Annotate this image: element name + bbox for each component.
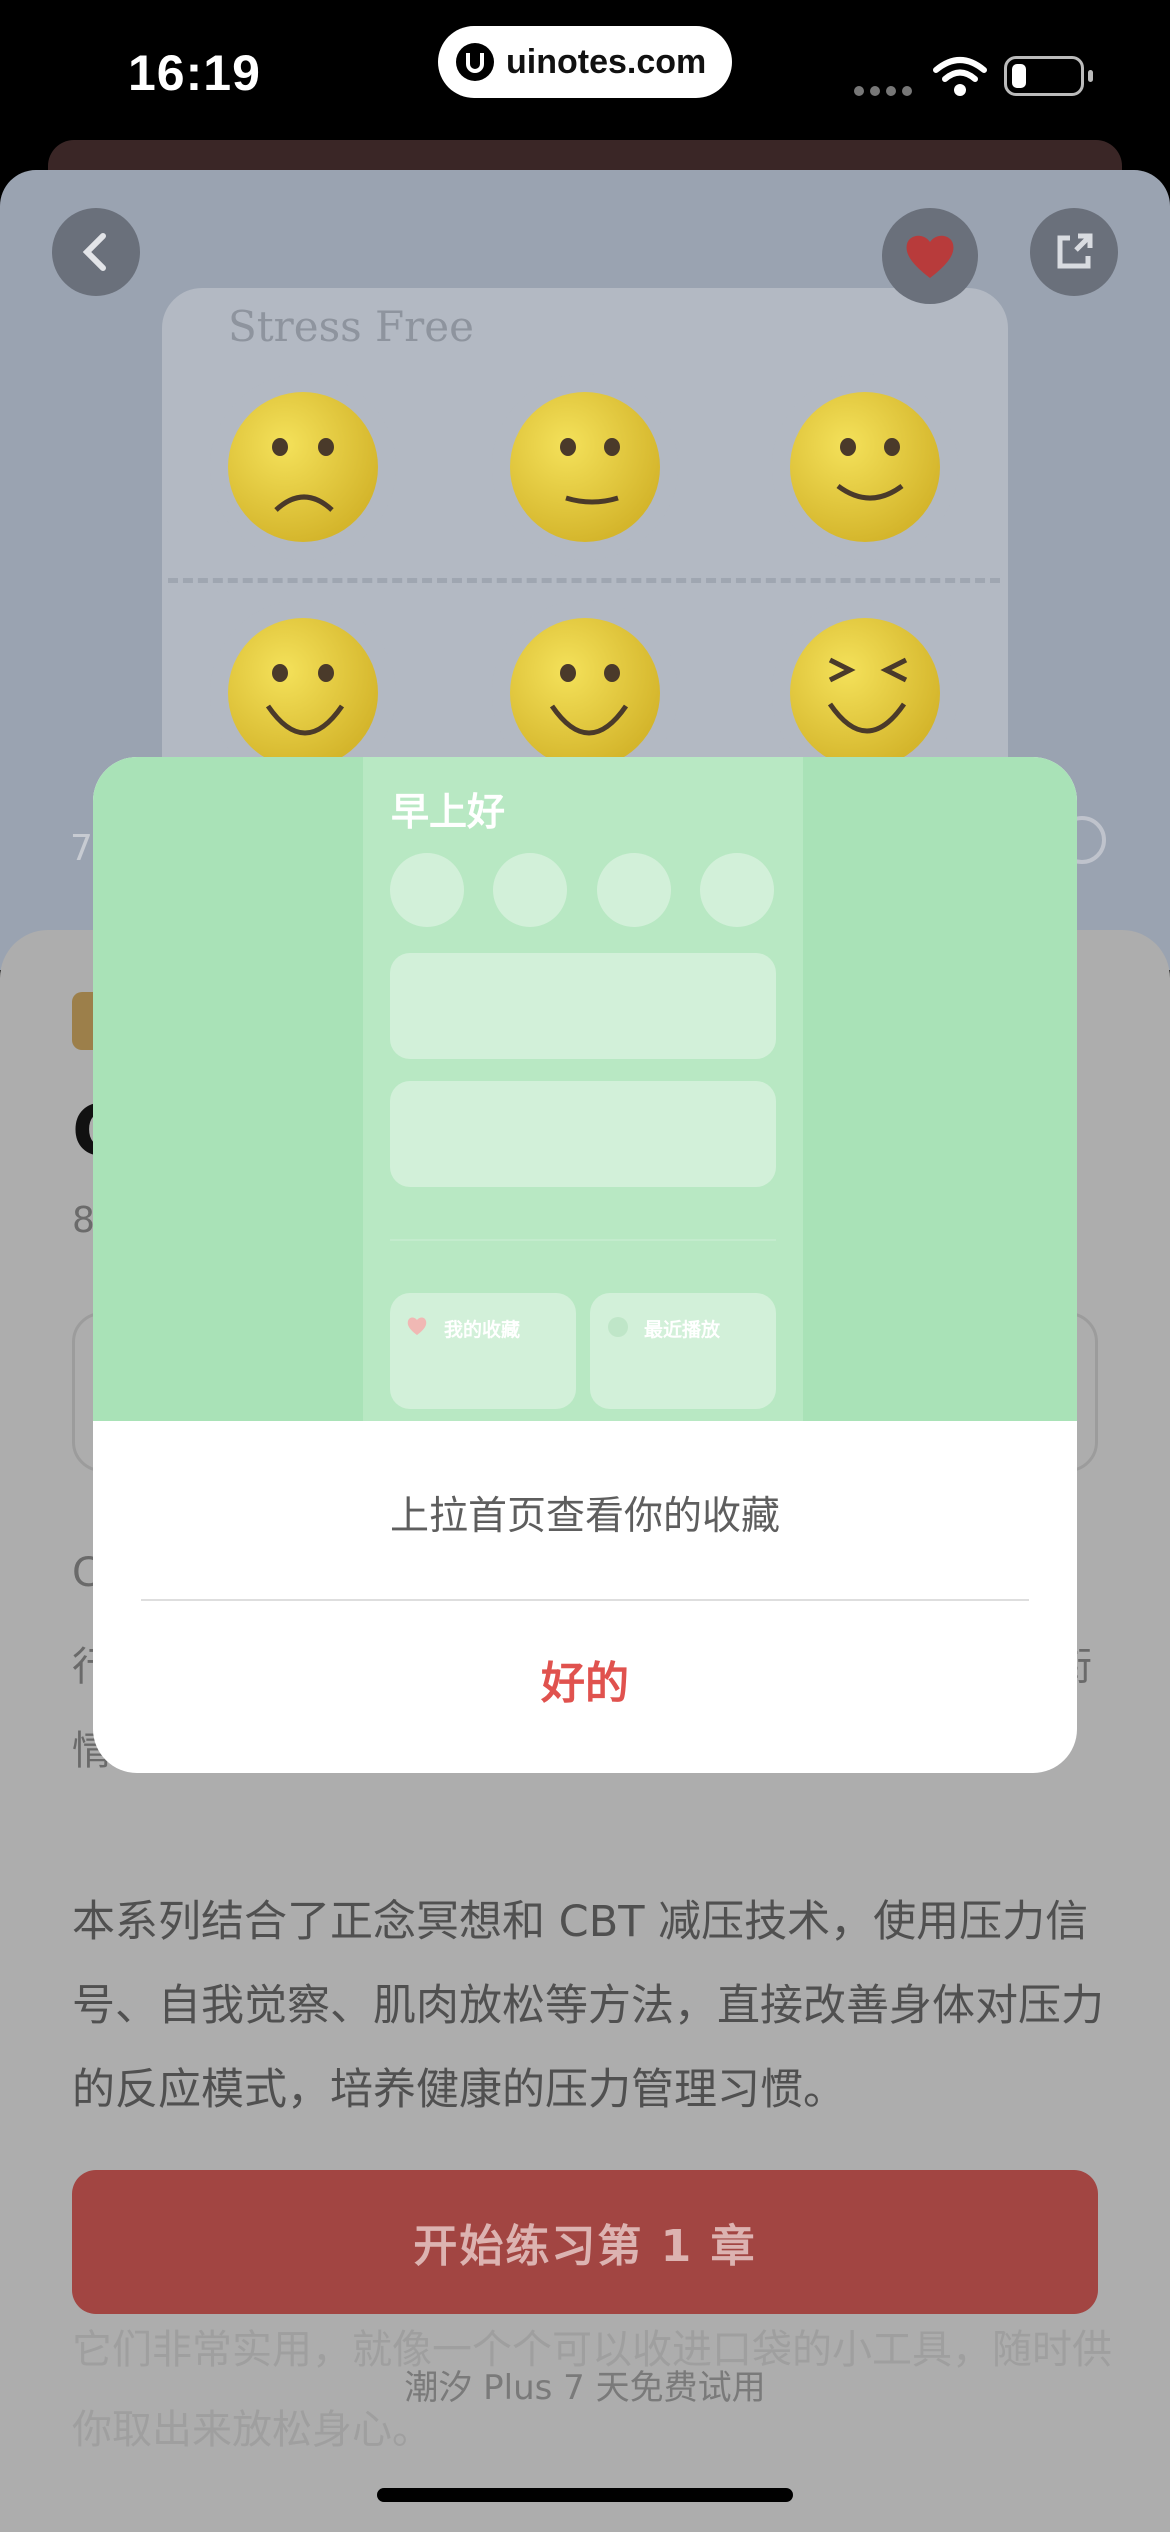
preview-circle bbox=[390, 853, 464, 927]
favorite-button[interactable] bbox=[882, 208, 978, 304]
sad-face-icon bbox=[228, 392, 378, 542]
back-arrow-icon bbox=[82, 233, 106, 271]
cover-divider bbox=[168, 578, 1000, 583]
url-pill[interactable]: uinotes.com bbox=[438, 26, 732, 98]
heart-icon bbox=[906, 235, 954, 278]
battery-icon bbox=[1004, 56, 1084, 96]
heart-icon bbox=[407, 1317, 427, 1335]
back-button[interactable] bbox=[52, 208, 140, 296]
site-logo-icon bbox=[456, 43, 494, 81]
recent-icon bbox=[608, 1317, 628, 1337]
favorites-label: 我的收藏 bbox=[444, 1319, 521, 1341]
share-button[interactable] bbox=[1030, 208, 1118, 296]
preview-circle bbox=[493, 853, 567, 927]
course-description: 本系列结合了正念冥想和 CBT 减压技术，使用压力信号、自我觉察、肌肉放松等方法… bbox=[72, 1897, 1104, 2115]
preview-card bbox=[390, 953, 776, 1059]
preview-circle bbox=[597, 853, 671, 927]
big-smile-face-icon bbox=[510, 618, 660, 768]
laughing-face-icon bbox=[790, 618, 940, 768]
favorites-tip-dialog: 早上好 我的收藏 最近播放 上拉首页查看你的收藏 好的 bbox=[93, 757, 1077, 1773]
recent-label: 最近播放 bbox=[644, 1319, 721, 1341]
duration-fragment: 7 bbox=[70, 828, 93, 869]
site-url: uinotes.com bbox=[506, 42, 707, 81]
preview-greeting: 早上好 bbox=[391, 790, 506, 834]
preview-card bbox=[390, 1081, 776, 1187]
course-meta: 8 bbox=[72, 1200, 95, 1241]
preview-favorites-card: 我的收藏 bbox=[390, 1293, 576, 1409]
wifi-icon bbox=[932, 56, 988, 102]
status-time: 16:19 bbox=[128, 45, 261, 101]
start-chapter-button[interactable]: 开始练习第 1 章 bbox=[72, 2170, 1098, 2314]
battery-tip bbox=[1088, 70, 1093, 82]
signal-icon bbox=[854, 86, 912, 96]
happy-face-icon bbox=[228, 618, 378, 768]
preview-divider bbox=[390, 1239, 776, 1241]
share-icon bbox=[1057, 233, 1093, 269]
ok-button[interactable]: 好的 bbox=[93, 1647, 1077, 1711]
dialog-message: 上拉首页查看你的收藏 bbox=[389, 1494, 780, 1539]
trial-link[interactable]: 潮汐 Plus 7 天免费试用 bbox=[0, 2360, 1170, 2409]
home-indicator bbox=[377, 2488, 793, 2502]
dialog-divider bbox=[141, 1599, 1029, 1601]
preview-circle bbox=[700, 853, 774, 927]
status-bar: 16:19 uinotes.com bbox=[0, 0, 1170, 160]
neutral-face-icon bbox=[510, 392, 660, 542]
smile-face-icon bbox=[790, 392, 940, 542]
cover-art-title: Stress Free bbox=[228, 302, 474, 351]
preview-recent-card: 最近播放 bbox=[590, 1293, 776, 1409]
